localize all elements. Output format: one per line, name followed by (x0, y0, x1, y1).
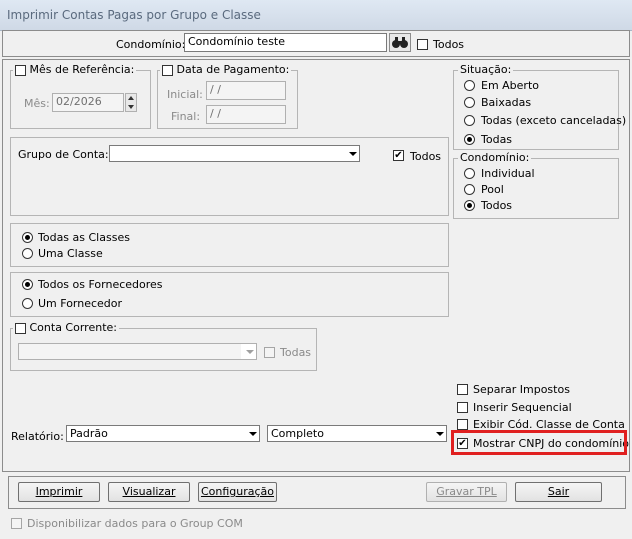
relatorio-label: Relatório: (11, 430, 64, 443)
condominio-panel: Condomínio: Condomínio teste Todos (2, 30, 630, 57)
relatorio-tipo-dropdown[interactable] (244, 426, 259, 441)
grupo-conta-label: Grupo de Conta: (18, 148, 109, 161)
separar-impostos-label: Separar Impostos (473, 383, 570, 396)
conta-corrente-select[interactable] (18, 343, 257, 360)
grupo-conta-select[interactable] (109, 145, 360, 162)
inserir-sequencial-checkbox[interactable] (457, 402, 468, 413)
window-title: Imprimir Contas Pagas por Grupo e Classe (7, 8, 261, 22)
conta-corrente-checkbox[interactable] (15, 322, 26, 334)
situacao-em-aberto-label: Em Aberto (481, 79, 540, 92)
imprimir-button[interactable]: Imprimir (18, 482, 100, 502)
final-label: Final: (171, 110, 201, 123)
configuracao-button[interactable]: Configuração (198, 482, 277, 502)
condominio-pool-label: Pool (481, 183, 504, 196)
conta-corrente-dropdown[interactable] (241, 344, 256, 359)
mes-referencia-legend: Mês de Referência: (13, 63, 137, 76)
condominio-label: Condomínio: (116, 38, 186, 51)
group-com-label: Disponibilizar dados para o Group COM (27, 517, 243, 530)
situacao-todas-radio[interactable] (464, 134, 475, 145)
relatorio-tipo-select[interactable]: Padrão (66, 425, 260, 442)
situacao-em-aberto-radio[interactable] (464, 80, 475, 91)
um-fornecedor-label: Um Fornecedor (38, 297, 123, 310)
todas-classes-radio[interactable] (22, 232, 33, 243)
relatorio-formato-dropdown[interactable] (431, 426, 446, 441)
final-input[interactable]: / / (206, 105, 286, 124)
condominio-individual-radio[interactable] (464, 168, 475, 179)
situacao-todas-exceto-radio[interactable] (464, 115, 475, 126)
conta-corrente-todas-checkbox[interactable] (264, 347, 275, 358)
data-pagamento-legend: Data de Pagamento: (160, 63, 292, 76)
separar-impostos-checkbox[interactable] (457, 384, 468, 395)
sair-button[interactable]: Sair (515, 482, 602, 502)
highlight-box (451, 430, 627, 455)
situacao-todas-exceto-label: Todas (exceto canceladas) (481, 114, 627, 127)
mes-referencia-checkbox[interactable] (15, 64, 26, 76)
conta-corrente-legend: Conta Corrente: (13, 321, 119, 334)
visualizar-button[interactable]: Visualizar (108, 482, 190, 502)
condominio-pool-radio[interactable] (464, 184, 475, 195)
grupo-conta-todos-checkbox[interactable]: ✔ (393, 150, 404, 161)
grupo-conta-dropdown[interactable] (344, 146, 359, 161)
condominio-todos-radio-label: Todos (481, 199, 513, 212)
group-com-checkbox[interactable] (11, 518, 22, 529)
uma-classe-radio[interactable] (22, 248, 33, 259)
condominio-individual-label: Individual (481, 167, 535, 180)
mes-input[interactable]: 02/2026 (52, 93, 124, 112)
conta-corrente-label: Conta Corrente: (29, 321, 117, 334)
grupo-conta-todos-label: Todos (410, 150, 442, 163)
uma-classe-label: Uma Classe (38, 247, 103, 260)
relatorio-formato-select[interactable]: Completo (267, 425, 447, 442)
situacao-todas-label: Todas (481, 133, 513, 146)
inicial-label: Inicial: (167, 88, 203, 101)
todas-classes-label: Todas as Classes (38, 231, 130, 244)
mes-referencia-label: Mês de Referência: (29, 63, 135, 76)
condominio-todos-radio[interactable] (464, 200, 475, 211)
situacao-baixadas-label: Baixadas (481, 96, 532, 109)
classes-group (10, 223, 449, 267)
condominio-tipo-group (453, 158, 619, 219)
binoculars-icon[interactable] (389, 33, 411, 52)
data-pagamento-checkbox[interactable] (162, 64, 173, 76)
conta-corrente-todas-label: Todas (280, 346, 312, 359)
condominio-tipo-legend: Condomínio: (458, 151, 532, 164)
inicial-input[interactable]: / / (206, 81, 286, 100)
condominio-todos-checkbox[interactable] (417, 39, 428, 50)
condominio-input[interactable]: Condomínio teste (184, 33, 387, 52)
mes-label: Mês: (24, 97, 50, 110)
situacao-legend: Situação: (458, 63, 514, 76)
data-pagamento-label: Data de Pagamento: (176, 63, 290, 76)
situacao-baixadas-radio[interactable] (464, 97, 475, 108)
um-fornecedor-radio[interactable] (22, 298, 33, 309)
title-bar: Imprimir Contas Pagas por Grupo e Classe (0, 0, 632, 31)
gravar-tpl-button[interactable]: Gravar TPL (426, 482, 507, 502)
todos-fornecedores-radio[interactable] (22, 279, 33, 290)
todos-fornecedores-label: Todos os Fornecedores (38, 278, 163, 291)
exibir-cod-classe-checkbox[interactable] (457, 419, 468, 430)
inserir-sequencial-label: Inserir Sequencial (473, 401, 572, 414)
condominio-todos-label: Todos (433, 38, 465, 51)
mes-spinner[interactable] (125, 93, 137, 112)
